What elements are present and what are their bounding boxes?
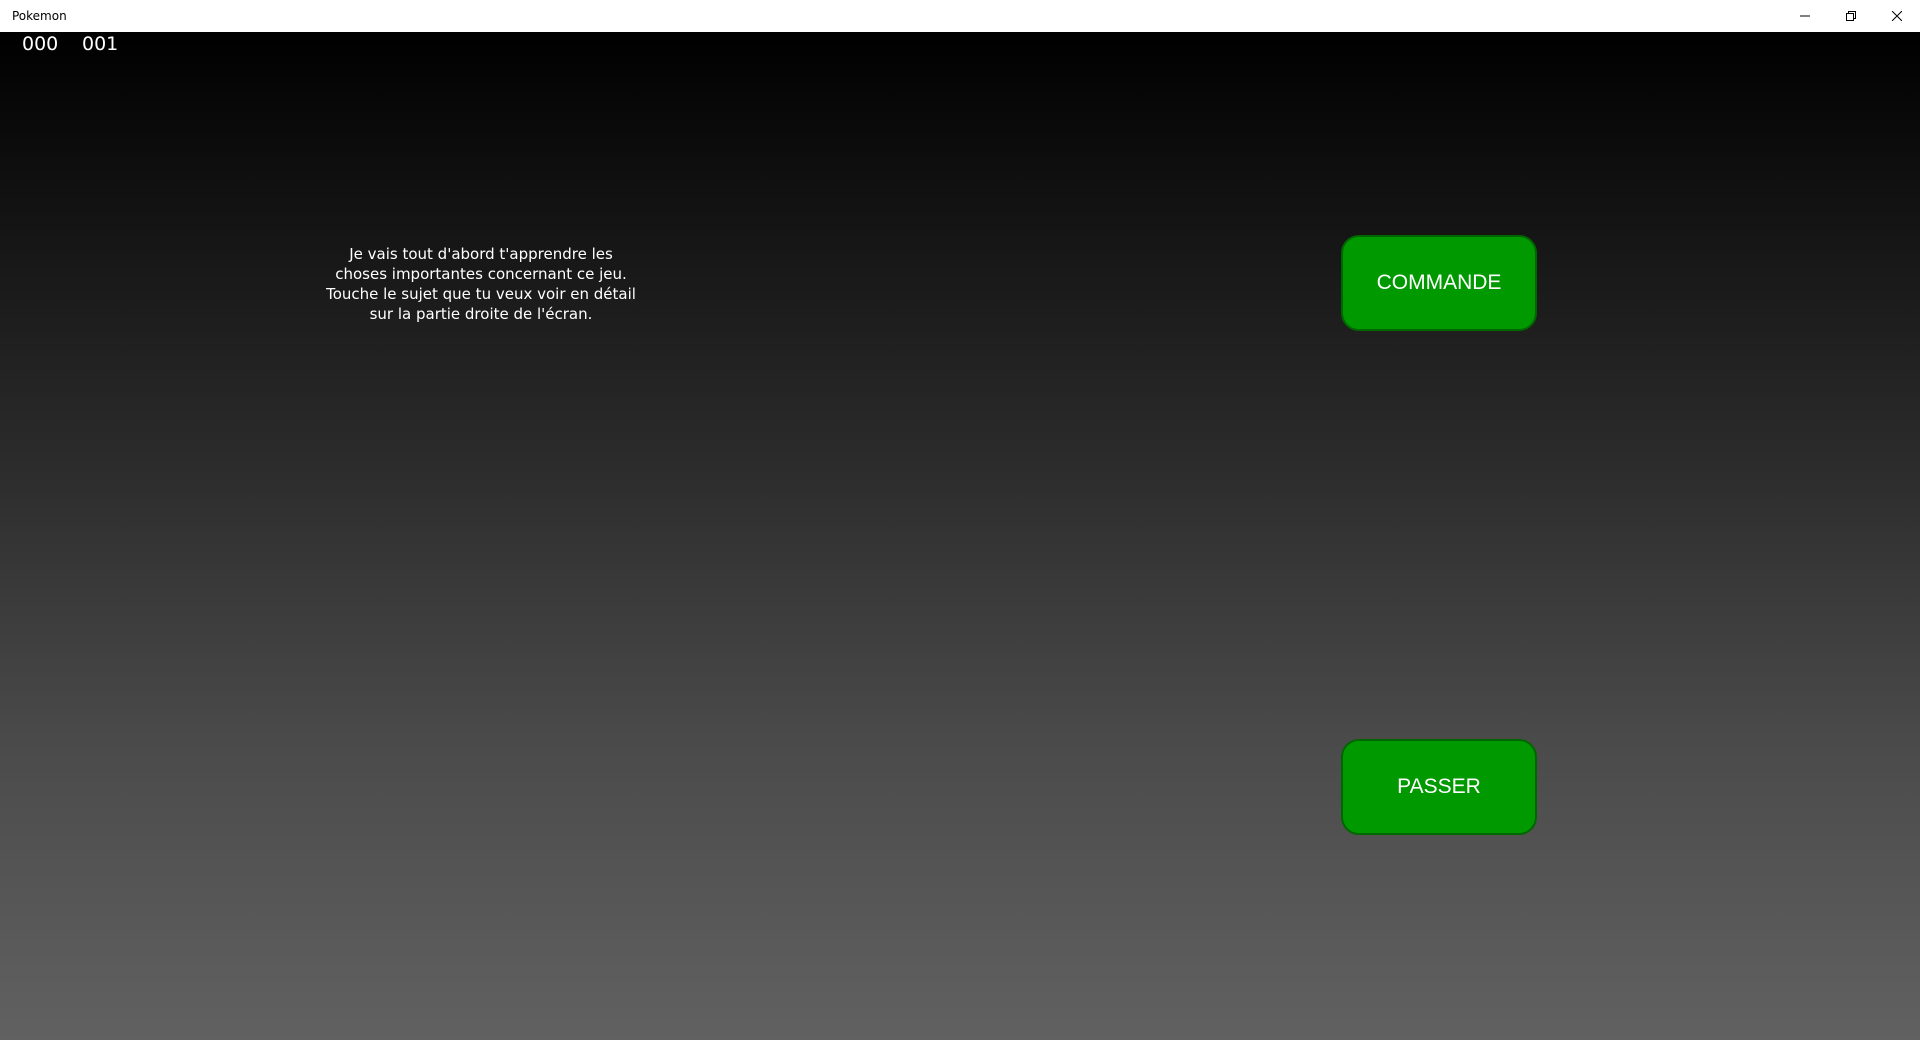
minimize-button[interactable] — [1782, 0, 1828, 32]
window-title: Pokemon — [12, 9, 67, 23]
game-screen: 000 001 Je vais tout d'abord t'apprendre… — [0, 32, 1920, 1040]
minimize-icon — [1800, 11, 1810, 21]
title-bar[interactable]: Pokemon — [0, 0, 1920, 32]
close-button[interactable] — [1874, 0, 1920, 32]
close-icon — [1892, 11, 1902, 21]
hud-counter-left: 000 — [22, 33, 59, 55]
restore-button[interactable] — [1828, 0, 1874, 32]
passer-button[interactable]: PASSER — [1341, 739, 1537, 835]
app-window: Pokemon 000 001 Je vais tout d'abord t'a… — [0, 0, 1920, 1040]
hud-counter-right: 001 — [82, 33, 119, 55]
tutorial-intro-text: Je vais tout d'abord t'apprendre les cho… — [326, 245, 636, 323]
restore-icon — [1846, 11, 1856, 21]
commande-button[interactable]: COMMANDE — [1341, 235, 1537, 331]
